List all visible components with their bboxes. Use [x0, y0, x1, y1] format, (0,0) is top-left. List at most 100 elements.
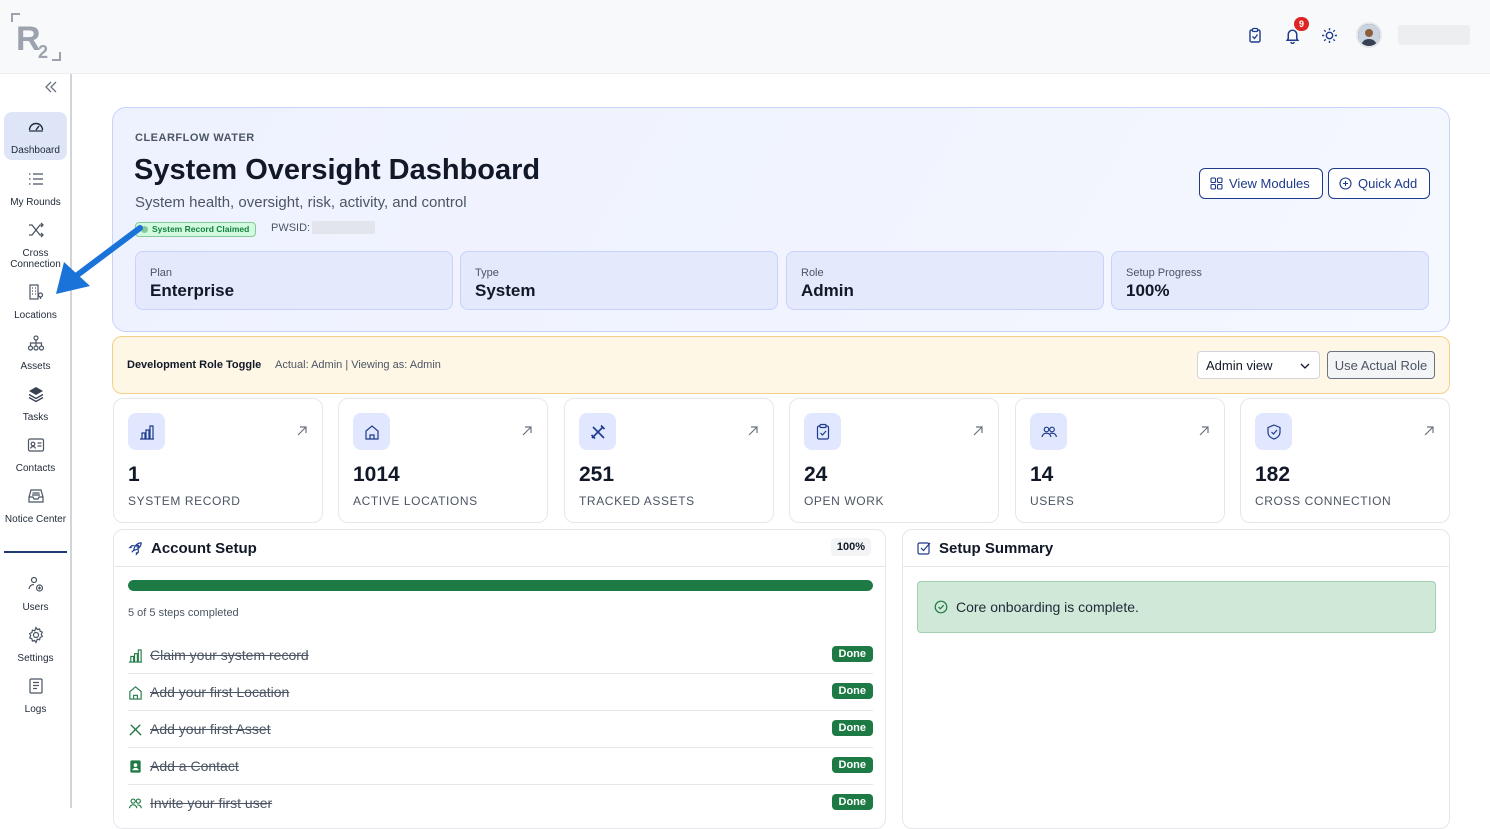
metric-label: ACTIVE LOCATIONS [353, 494, 478, 508]
dev-toggle-title: Development Role Toggle [127, 359, 262, 371]
sidebar-item-contacts[interactable]: Contacts [4, 430, 67, 476]
setup-step[interactable]: Add a Contact Done [128, 748, 873, 785]
open-arrow-icon[interactable] [746, 424, 760, 443]
metric-value: 24 [804, 463, 828, 486]
setup-summary-panel: Setup Summary Core onboarding is complet… [902, 529, 1450, 829]
metric-label: CROSS CONNECTION [1255, 494, 1392, 508]
shuffle-icon [27, 221, 45, 244]
rocket-icon [128, 541, 142, 556]
metric-value: 14 [1030, 463, 1054, 486]
metric-label: SYSTEM RECORD [128, 494, 241, 508]
use-actual-role-button[interactable]: Use Actual Role [1327, 351, 1435, 379]
setup-step[interactable]: Invite your first user Done [128, 785, 873, 822]
pwsid-value-redacted [312, 221, 375, 234]
contact-card-icon [27, 436, 45, 459]
notifications-bell-icon[interactable]: 9 [1279, 17, 1309, 48]
metric-value: 251 [579, 463, 615, 486]
log-icon [27, 677, 45, 700]
metric-value: 182 [1255, 463, 1291, 486]
open-arrow-icon[interactable] [1197, 424, 1211, 443]
stat-label: Type [475, 267, 499, 279]
plus-circle-icon [1339, 177, 1352, 190]
stat-value: 100% [1126, 281, 1170, 300]
system-record-claimed-badge: System Record Claimed [135, 222, 257, 237]
stat-setup-progress: Setup Progress 100% [1111, 251, 1429, 310]
user-avatar[interactable] [1356, 22, 1382, 48]
open-arrow-icon[interactable] [1422, 424, 1436, 443]
metric-card-cross-connection[interactable]: 182 CROSS CONNECTION [1240, 398, 1450, 523]
steps-completed-text: 5 of 5 steps completed [128, 607, 239, 619]
sidebar-item-label: Contacts [15, 463, 56, 474]
hierarchy-icon [27, 334, 45, 357]
sidebar-item-my-rounds[interactable]: My Rounds [4, 164, 67, 210]
page-title: System Oversight Dashboard [134, 154, 541, 186]
metric-card-active-locations[interactable]: 1014 ACTIVE LOCATIONS [338, 398, 548, 523]
metric-label: USERS [1030, 494, 1075, 508]
quick-add-label: Quick Add [1358, 176, 1418, 191]
users-icon [1030, 413, 1067, 450]
shield-check-icon [1255, 413, 1292, 450]
sidebar-item-dashboard[interactable]: Dashboard [4, 112, 67, 160]
sidebar-item-settings[interactable]: Settings [4, 620, 67, 666]
setup-progress-bar [128, 580, 873, 591]
view-modules-button[interactable]: View Modules [1199, 168, 1323, 199]
list-icon [27, 170, 45, 193]
dev-toggle-info: Actual: Admin | Viewing as: Admin [275, 359, 441, 371]
sidebar-item-label: Locations [14, 310, 57, 321]
metric-card-open-work[interactable]: 24 OPEN WORK [789, 398, 999, 523]
pwsid-label: PWSID: [271, 222, 311, 234]
stat-value: System [475, 281, 536, 300]
done-badge: Done [831, 757, 873, 773]
sidebar-divider [4, 551, 67, 553]
setup-step[interactable]: Add your first Location Done [128, 674, 873, 711]
view-modules-label: View Modules [1229, 176, 1310, 191]
stat-label: Role [801, 267, 824, 279]
role-view-value: Admin view [1206, 358, 1273, 373]
metric-card-tracked-assets[interactable]: 251 TRACKED ASSETS [564, 398, 774, 523]
clipboard-icon[interactable] [1242, 22, 1268, 48]
open-arrow-icon[interactable] [295, 424, 309, 443]
open-arrow-icon[interactable] [520, 424, 534, 443]
role-view-select[interactable]: Admin view [1197, 351, 1320, 379]
dashboard-hero: CLEARFLOW WATER System Oversight Dashboa… [112, 107, 1450, 332]
onboarding-complete-message: Core onboarding is complete. [956, 599, 1139, 615]
account-setup-panel: Account Setup 100% 5 of 5 steps complete… [113, 529, 886, 829]
open-arrow-icon[interactable] [971, 424, 985, 443]
sidebar-item-users[interactable]: Users [4, 569, 67, 615]
stat-label: Setup Progress [1126, 267, 1202, 279]
tools-icon [129, 724, 142, 736]
stat-value: Admin [801, 281, 854, 300]
logo[interactable]: R 2 [10, 12, 62, 62]
sidebar-item-notice-center[interactable]: Notice Center [4, 481, 67, 537]
annotation-arrow-icon [50, 222, 146, 303]
setup-step[interactable]: Add your first Asset Done [128, 711, 873, 748]
sidebar-item-logs[interactable]: Logs [4, 671, 67, 717]
sidebar-item-label: Dashboard [11, 145, 60, 156]
checkbox-icon [917, 542, 931, 555]
panel-title: Setup Summary [939, 539, 1054, 557]
quick-add-button[interactable]: Quick Add [1328, 168, 1431, 199]
page-subtitle: System health, oversight, risk, activity… [135, 194, 467, 211]
done-badge: Done [831, 720, 873, 736]
metric-card-users[interactable]: 14 USERS [1015, 398, 1225, 523]
sidebar-item-label: Settings [17, 653, 54, 664]
stat-value: Enterprise [150, 281, 235, 300]
setup-step[interactable]: Claim your system record Done [128, 637, 873, 674]
step-label: Add a Contact [150, 758, 239, 774]
onboarding-complete-alert: Core onboarding is complete. [917, 581, 1436, 633]
home-icon [353, 413, 390, 450]
sidebar-item-tasks[interactable]: Tasks [4, 379, 67, 425]
metric-card-system-record[interactable]: 1 SYSTEM RECORD [113, 398, 323, 523]
notification-badge: 9 [1294, 17, 1309, 31]
sidebar-item-assets[interactable]: Assets [4, 328, 67, 374]
contact-icon [130, 760, 141, 773]
grid-icon [1210, 177, 1223, 190]
sidebar-item-label: Assets [20, 361, 51, 372]
step-label: Add your first Asset [150, 721, 271, 737]
username-placeholder[interactable] [1398, 25, 1470, 45]
collapse-sidebar-icon[interactable] [44, 80, 60, 94]
chevron-down-icon [1300, 363, 1310, 369]
theme-sun-icon[interactable] [1316, 22, 1342, 48]
layers-icon [27, 385, 45, 408]
gauge-icon [27, 118, 45, 141]
